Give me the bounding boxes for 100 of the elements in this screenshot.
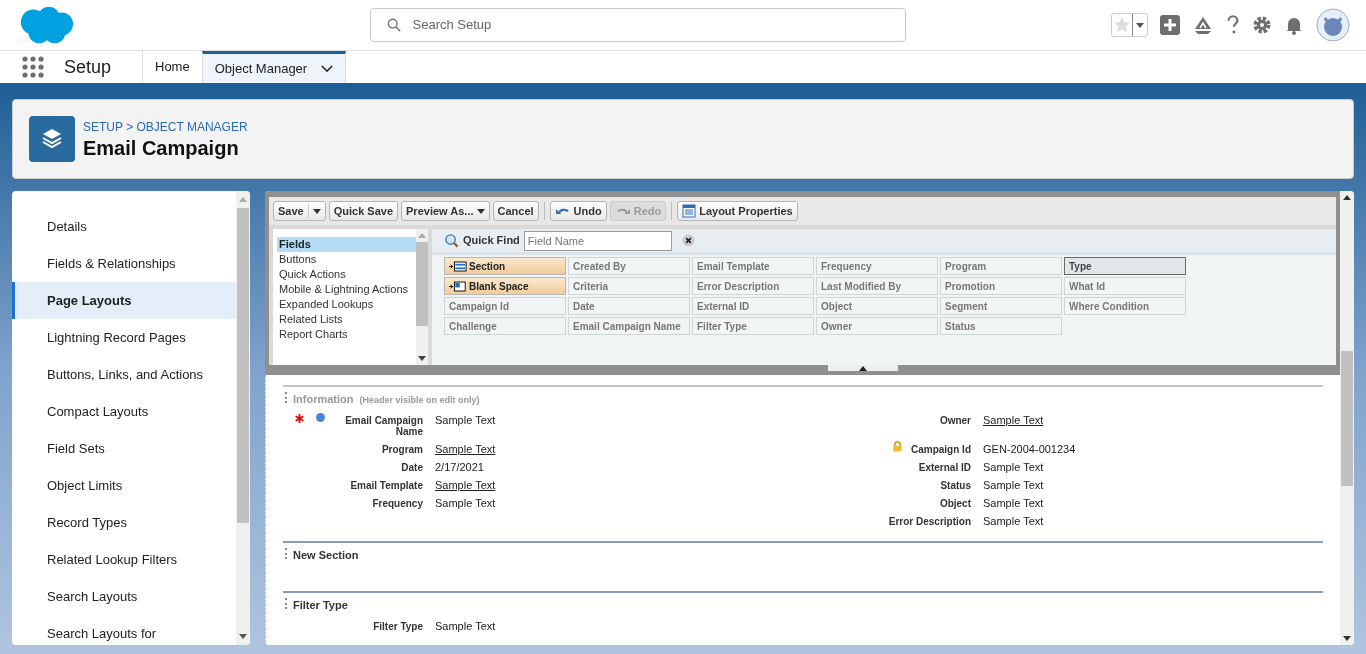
avatar-icon[interactable] bbox=[1316, 8, 1350, 42]
palette-category[interactable]: Fields bbox=[277, 237, 416, 252]
field-value[interactable]: Sample Text bbox=[435, 440, 496, 457]
nav-tab[interactable]: Object Manager bbox=[201, 51, 347, 83]
sidebar-item[interactable]: Field Sets bbox=[12, 430, 236, 467]
sidebar-item[interactable]: Fields & Relationships bbox=[12, 245, 236, 282]
sidebar-item[interactable]: Search Layouts for bbox=[12, 615, 236, 645]
field-label: Email Template bbox=[350, 479, 423, 491]
palette-field[interactable]: Segment bbox=[940, 297, 1062, 315]
sidebar-item[interactable]: Record Types bbox=[12, 504, 236, 541]
field-value: Sample Text bbox=[435, 495, 496, 511]
palette-category[interactable]: Report Charts bbox=[277, 327, 416, 342]
scrollbar-thumb[interactable] bbox=[416, 242, 428, 326]
sidebar-item[interactable]: Buttons, Links, and Actions bbox=[12, 356, 236, 393]
search-icon bbox=[444, 233, 459, 248]
sidebar-item[interactable]: Related Lookup Filters bbox=[12, 541, 236, 578]
palette-category[interactable]: Mobile & Lightning Actions bbox=[277, 282, 416, 297]
palette-field[interactable]: Program bbox=[940, 257, 1062, 275]
breadcrumb[interactable]: SETUP > OBJECT MANAGER bbox=[83, 118, 248, 136]
palette-field[interactable]: Filter Type bbox=[692, 317, 814, 335]
field-value: Sample Text bbox=[983, 513, 1044, 529]
field-label: Owner bbox=[939, 414, 971, 426]
palette-field[interactable]: What Id bbox=[1064, 277, 1186, 295]
field-label: Frequency bbox=[372, 497, 423, 509]
preview-button[interactable]: Preview As... bbox=[401, 201, 490, 221]
field-value: GEN-2004-001234 bbox=[983, 441, 1076, 457]
search-icon bbox=[386, 18, 401, 32]
sidebar-item[interactable]: Lightning Record Pages bbox=[12, 319, 236, 356]
sidebar-item[interactable]: Details bbox=[12, 208, 236, 245]
save-button[interactable]: Save bbox=[273, 201, 326, 221]
trailhead-icon[interactable] bbox=[1192, 15, 1214, 35]
palette-category[interactable]: Expanded Lookups bbox=[277, 297, 416, 312]
quick-find-field[interactable]: Field Name bbox=[523, 230, 672, 251]
chevron-down-icon bbox=[321, 65, 334, 72]
scroll-up-icon bbox=[418, 233, 426, 238]
toolbar-button[interactable]: Quick Save bbox=[328, 201, 399, 221]
field-label: Email Campaign Name bbox=[344, 414, 423, 437]
field-label: Campaign Id bbox=[911, 443, 971, 455]
palette-field[interactable]: Section bbox=[444, 257, 566, 275]
palette-field[interactable]: Promotion bbox=[940, 277, 1062, 295]
toolbar-button[interactable]: Layout Properties bbox=[677, 201, 798, 221]
collapse-handle[interactable] bbox=[827, 365, 898, 371]
section-icon bbox=[449, 260, 467, 272]
palette-field[interactable]: Campaign Id bbox=[444, 297, 566, 315]
settings-icon[interactable] bbox=[1252, 15, 1272, 35]
caret-down-icon bbox=[476, 208, 485, 214]
toolbar-button[interactable]: Cancel bbox=[492, 201, 539, 221]
sidebar-item[interactable]: Page Layouts bbox=[12, 282, 236, 319]
scrollbar-thumb[interactable] bbox=[237, 208, 249, 523]
favorites-button[interactable] bbox=[1111, 13, 1148, 37]
scroll-up-icon bbox=[239, 197, 247, 202]
add-icon[interactable] bbox=[1160, 15, 1180, 35]
field-value: Sample Text bbox=[983, 459, 1044, 475]
help-icon[interactable] bbox=[1226, 15, 1240, 35]
toolbar-button[interactable]: Undo bbox=[549, 201, 607, 221]
palette-field[interactable]: Criteria bbox=[568, 277, 690, 295]
field-label: Status bbox=[940, 479, 971, 491]
palette-field[interactable]: Owner bbox=[816, 317, 938, 335]
palette-field[interactable]: Status bbox=[940, 317, 1062, 335]
sidebar-item[interactable]: Compact Layouts bbox=[12, 393, 236, 430]
caret-down-icon bbox=[1136, 22, 1144, 28]
field-label: Filter Type bbox=[373, 620, 423, 632]
palette-field[interactable]: Last Modified By bbox=[816, 277, 938, 295]
palette-field[interactable]: Email Template bbox=[692, 257, 814, 275]
section-title[interactable]: New Section bbox=[293, 546, 359, 563]
palette-field[interactable]: Created By bbox=[568, 257, 690, 275]
palette-category[interactable]: Related Lists bbox=[277, 312, 416, 327]
scrollbar-thumb[interactable] bbox=[1341, 351, 1353, 486]
section-note: (Header visible on edit only) bbox=[359, 394, 480, 407]
palette-field[interactable]: Where Condition bbox=[1064, 297, 1186, 315]
palette-field[interactable]: External ID bbox=[692, 297, 814, 315]
scroll-up-icon bbox=[1343, 195, 1351, 200]
clear-icon[interactable] bbox=[681, 234, 695, 247]
palette-field[interactable]: Challenge bbox=[444, 317, 566, 335]
field-label: Date bbox=[401, 461, 423, 473]
field-value[interactable]: Sample Text bbox=[435, 476, 496, 493]
palette-field[interactable]: Date bbox=[568, 297, 690, 315]
field-value: Sample Text bbox=[983, 477, 1044, 493]
app-launcher-icon[interactable] bbox=[22, 56, 44, 78]
palette-field[interactable]: Email Campaign Name bbox=[568, 317, 690, 335]
palette-field[interactable]: Type bbox=[1064, 257, 1186, 275]
field-value[interactable]: Sample Text bbox=[983, 411, 1044, 428]
palette-field[interactable]: Error Description bbox=[692, 277, 814, 295]
notifications-icon[interactable] bbox=[1284, 15, 1304, 35]
search-input[interactable]: Search Setup bbox=[412, 15, 889, 35]
search-field[interactable]: Search Setup bbox=[369, 8, 906, 42]
field-value: Sample Text bbox=[983, 495, 1044, 511]
palette-category[interactable]: Buttons bbox=[277, 252, 416, 267]
palette-field[interactable]: Object bbox=[816, 297, 938, 315]
page-title: Email Campaign bbox=[83, 136, 240, 160]
app-name: Setup bbox=[64, 55, 112, 79]
properties-icon bbox=[682, 204, 697, 218]
sidebar-item[interactable]: Object Limits bbox=[12, 467, 236, 504]
section-title[interactable]: Filter Type bbox=[293, 597, 348, 614]
palette-field[interactable]: Frequency bbox=[816, 257, 938, 275]
palette-category[interactable]: Quick Actions bbox=[277, 267, 416, 282]
palette-field[interactable]: Blank Space bbox=[444, 277, 566, 295]
sidebar-item[interactable]: Search Layouts bbox=[12, 578, 236, 615]
scroll-down-icon bbox=[1343, 636, 1351, 641]
field-value: 2/17/2021 bbox=[435, 459, 484, 475]
